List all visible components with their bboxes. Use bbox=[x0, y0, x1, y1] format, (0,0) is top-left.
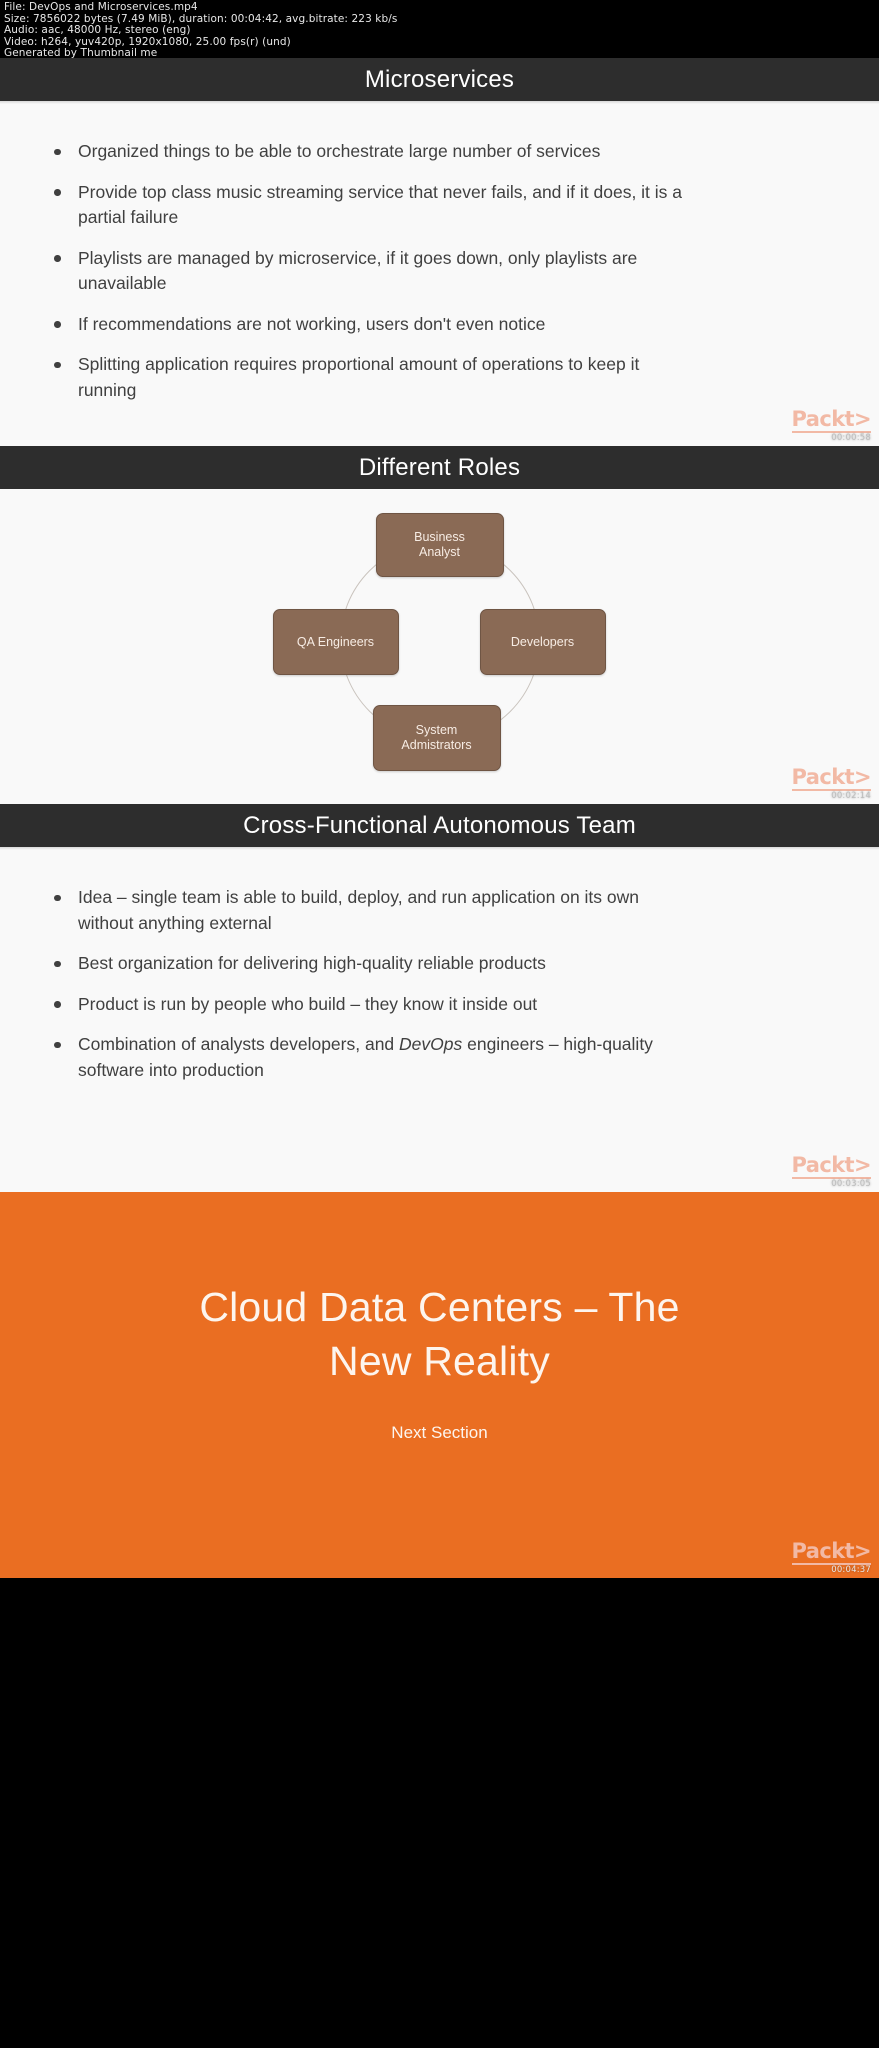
video-info-file: File: DevOps and Microservices.mp4 bbox=[4, 1, 198, 13]
role-box-qa-engineers: QA Engineers bbox=[272, 609, 399, 675]
bullet-emphasis: DevOps bbox=[399, 1034, 463, 1054]
video-info-generator: Generated by Thumbnail me bbox=[4, 47, 158, 58]
packt-logo: Packt> bbox=[791, 1538, 872, 1565]
bullet-list-cross-functional-team: Idea – single team is able to build, dep… bbox=[0, 847, 879, 1083]
slide-body-cross-functional-team: Idea – single team is able to build, dep… bbox=[0, 847, 879, 1192]
timestamp-badge: 00:02:14 bbox=[831, 790, 871, 801]
slide-cross-functional-team: Cross-Functional Autonomous Team Idea – … bbox=[0, 804, 879, 1192]
timestamp-badge: 00:03:05 bbox=[831, 1178, 871, 1189]
list-item: Idea – single team is able to build, dep… bbox=[42, 885, 692, 936]
timestamp-badge: 00:00:58 bbox=[831, 432, 871, 443]
slide-different-roles: Different Roles Business Analyst Develop… bbox=[0, 446, 879, 804]
roles-cycle-diagram: Business Analyst Developers System Admis… bbox=[0, 489, 879, 804]
role-label-line1: QA Engineers bbox=[296, 634, 375, 649]
video-info-header: File: DevOps and Microservices.mp4 Size:… bbox=[0, 0, 879, 58]
slide-title-microservices: Microservices bbox=[0, 58, 879, 101]
packt-watermark: Packt> 00:03:05 bbox=[791, 1152, 872, 1189]
list-item: Splitting application requires proportio… bbox=[42, 352, 692, 403]
list-item: Playlists are managed by microservice, i… bbox=[42, 246, 692, 297]
slide-title-different-roles: Different Roles bbox=[0, 446, 879, 489]
packt-watermark: Packt> 00:04:37 bbox=[791, 1538, 872, 1575]
bullet-list-microservices: Organized things to be able to orchestra… bbox=[0, 101, 879, 403]
list-item-rich: Combination of analysts developers, and … bbox=[42, 1032, 692, 1083]
packt-logo: Packt> bbox=[791, 406, 872, 433]
timestamp-badge: 00:04:37 bbox=[831, 1564, 871, 1575]
slide-body-microservices: Organized things to be able to orchestra… bbox=[0, 101, 879, 446]
role-label-line2: Analyst bbox=[418, 545, 460, 559]
packt-logo: Packt> bbox=[791, 764, 872, 791]
list-item: Provide top class music streaming servic… bbox=[42, 180, 692, 231]
role-label-line2: Admistrators bbox=[401, 738, 472, 752]
section-title: Cloud Data Centers – The New Reality bbox=[130, 1280, 750, 1388]
section-title-line2: New Reality bbox=[329, 1338, 550, 1384]
role-label-line1: System bbox=[415, 723, 458, 737]
slide-body-different-roles: Business Analyst Developers System Admis… bbox=[0, 489, 879, 804]
list-item: If recommendations are not working, user… bbox=[42, 312, 692, 338]
list-item: Organized things to be able to orchestra… bbox=[42, 139, 692, 165]
bullet-prefix: Combination of analysts developers, and bbox=[78, 1034, 400, 1054]
section-title-line1: Cloud Data Centers – The bbox=[199, 1284, 680, 1330]
list-item: Product is run by people who build – the… bbox=[42, 992, 692, 1018]
packt-watermark: Packt> 00:02:14 bbox=[791, 764, 872, 801]
role-box-system-administrators: System Admistrators bbox=[372, 705, 501, 771]
role-box-business-analyst: Business Analyst bbox=[375, 513, 504, 577]
role-box-developers: Developers bbox=[479, 609, 606, 675]
slide-section-cloud-data-centers: Cloud Data Centers – The New Reality Nex… bbox=[0, 1192, 879, 1578]
slide-microservices: Microservices Organized things to be abl… bbox=[0, 58, 879, 446]
role-label-line1: Business bbox=[414, 530, 465, 544]
packt-watermark: Packt> 00:00:58 bbox=[791, 406, 872, 443]
slide-title-cross-functional-team: Cross-Functional Autonomous Team bbox=[0, 804, 879, 847]
list-item: Best organization for delivering high-qu… bbox=[42, 951, 692, 977]
role-label-line1: Developers bbox=[510, 634, 575, 649]
packt-logo: Packt> bbox=[791, 1152, 872, 1179]
section-subtitle: Next Section bbox=[391, 1423, 488, 1442]
